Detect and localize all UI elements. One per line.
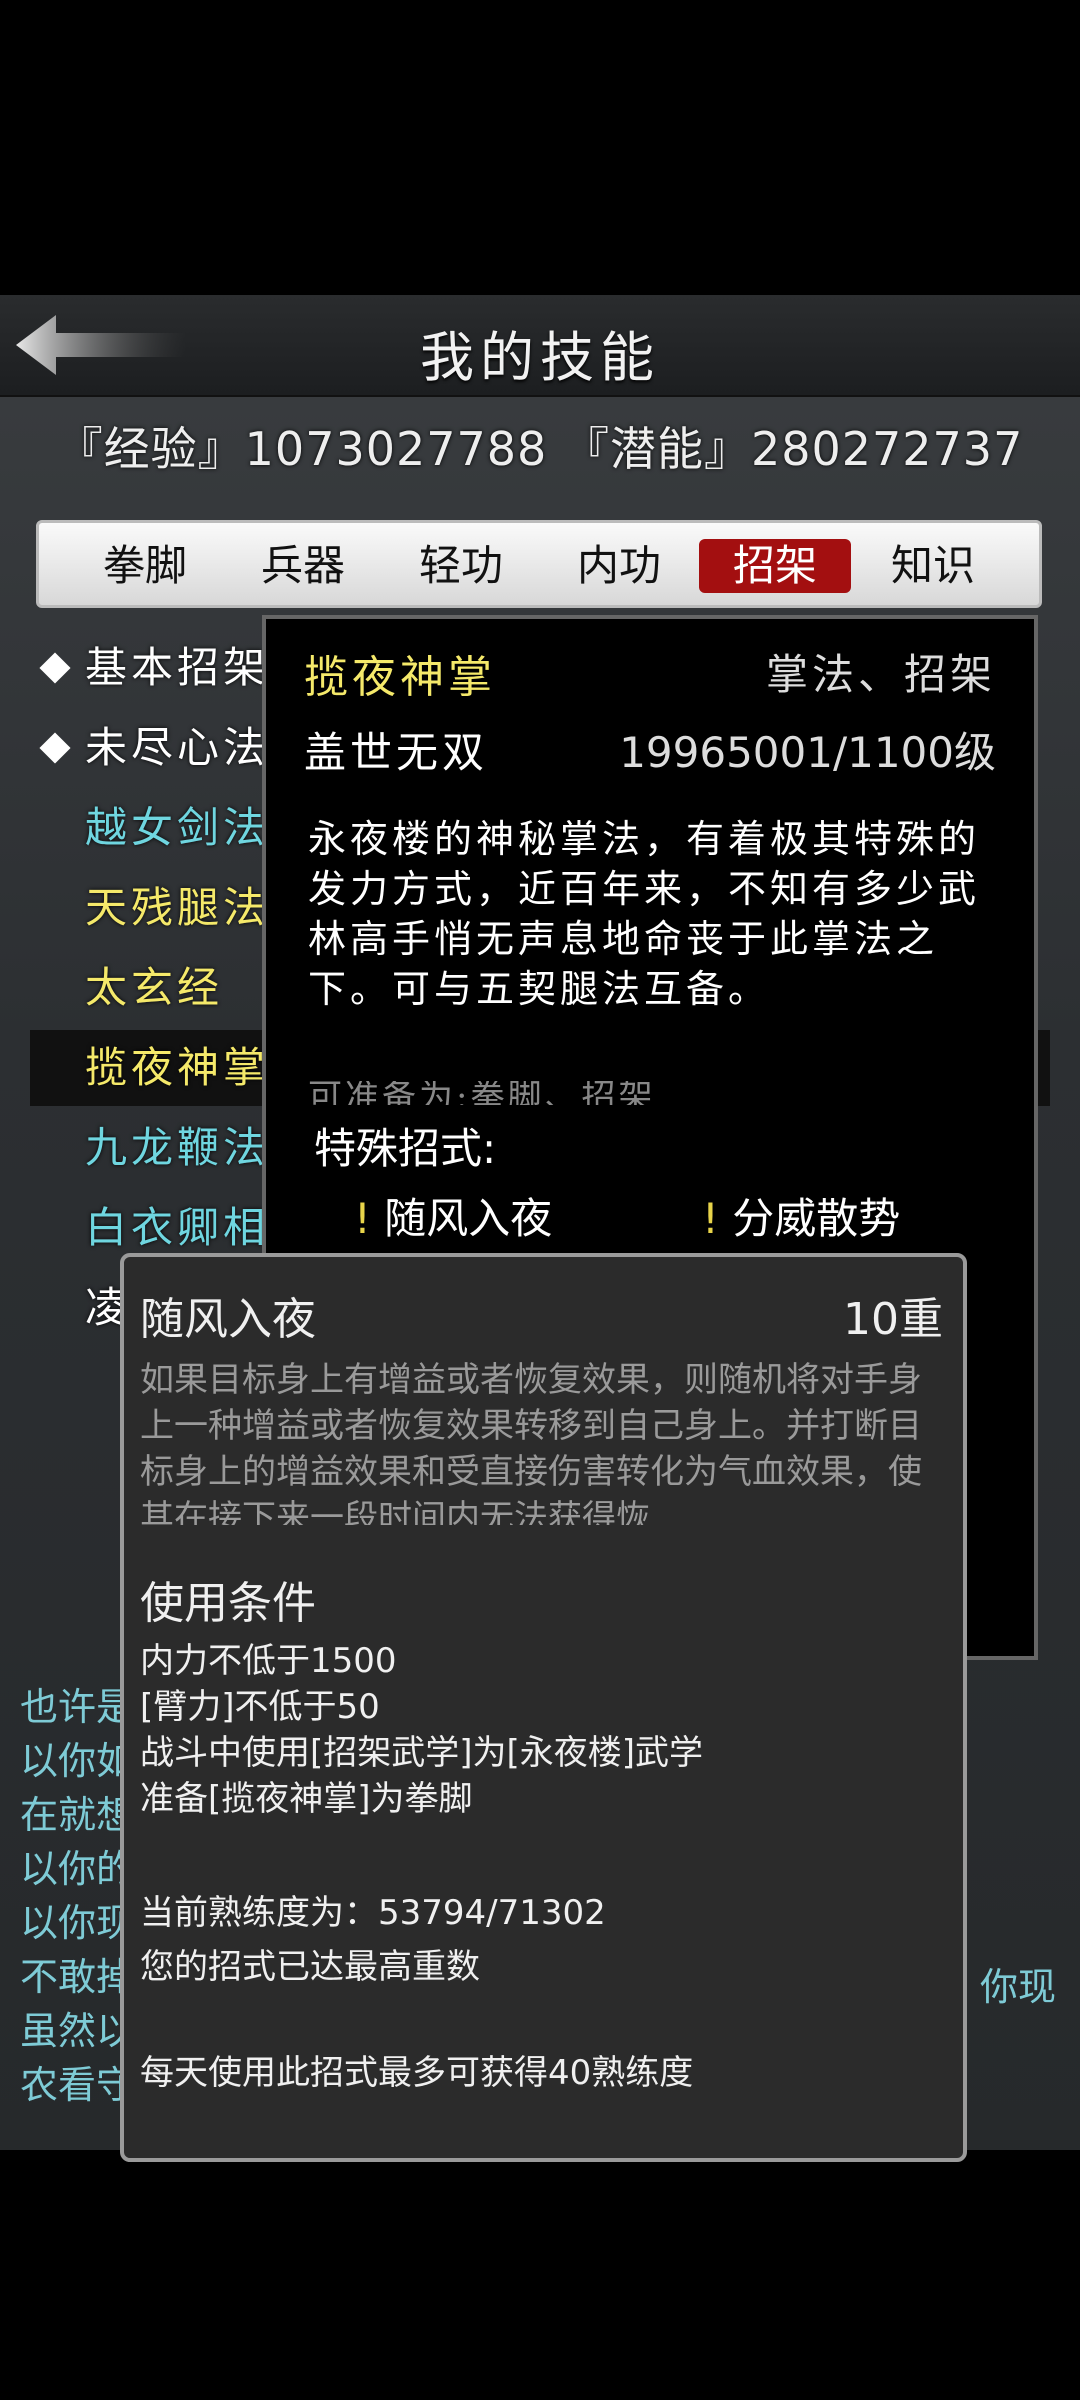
skill-prepare-line: 可准备为:拳脚、招架 <box>308 1081 656 1105</box>
skill-level: 19965001/1100级 <box>619 728 996 777</box>
tab-bingqi[interactable]: 兵器 <box>227 539 379 593</box>
proficiency-text: 当前熟练度为：53794/71302 <box>140 1893 606 1933</box>
move-tooltip: 随风入夜 10重 如果目标身上有增益或者恢复效果，则随机将对手身上一种增益或者恢… <box>120 1253 967 2162</box>
max-level-note: 您的招式已达最高重数 <box>140 1947 480 1987</box>
skill-list-label: 未尽心法 <box>85 723 270 772</box>
category-tabs: 拳脚 兵器 轻功 内功 招架 知识 <box>36 520 1042 608</box>
move-description: 如果目标身上有增益或者恢复效果，则随机将对手身上一种增益或者恢复效果转移到自己身… <box>140 1360 922 1525</box>
move-name: 随风入夜 <box>140 1294 316 1345</box>
skill-list-label: 天残腿法 <box>85 883 270 932</box>
tab-quanjiao[interactable]: 拳脚 <box>69 539 221 593</box>
skill-list-label: 太玄经 <box>85 963 224 1012</box>
special-moves-title: 特殊招式: <box>314 1124 497 1173</box>
condition-2: [臂力]不低于50 <box>140 1687 380 1727</box>
story-line-right: 你现 <box>980 1965 1057 2009</box>
tab-zhaojia[interactable]: 招架 <box>699 539 851 593</box>
diamond-icon <box>39 652 71 684</box>
condition-1: 内力不低于1500 <box>140 1641 397 1681</box>
diamond-icon <box>39 732 71 764</box>
tab-neigong[interactable]: 内功 <box>543 539 695 593</box>
skill-name: 揽夜神掌 <box>304 652 496 703</box>
move-level: 10重 <box>843 1294 943 1345</box>
move-item-2[interactable]: ! 分威散势 <box>702 1185 900 1246</box>
header-bar: 我的技能 <box>0 295 1080 397</box>
page-title: 我的技能 <box>420 326 660 389</box>
conditions-title: 使用条件 <box>140 1578 316 1629</box>
tab-qinggong[interactable]: 轻功 <box>385 539 537 593</box>
skill-list-label: 基本招架 <box>85 643 270 692</box>
condition-4: 准备[揽夜神掌]为拳脚 <box>140 1779 473 1819</box>
skill-list-label: 揽夜神掌 <box>85 1043 270 1092</box>
exp-potential-stats: 『经验』1073027788 『潜能』280272737 <box>56 422 1024 476</box>
skill-list-label: 九龙鞭法 <box>85 1123 270 1172</box>
skill-description: 永夜楼的神秘掌法，有着极其特殊的发力方式，近百年来，不知有多少武林高手悄无声息地… <box>308 817 981 1011</box>
daily-proficiency-note: 每天使用此招式最多可获得40熟练度 <box>140 2053 694 2093</box>
move-item-1[interactable]: ! 随风入夜 <box>354 1185 552 1246</box>
condition-3: 战斗中使用[招架武学]为[永夜楼]武学 <box>140 1733 704 1773</box>
skill-list-label: 越女剑法 <box>85 803 270 852</box>
tab-zhishi[interactable]: 知识 <box>857 539 1009 593</box>
skill-rank: 盖世无双 <box>304 728 489 777</box>
skill-type: 掌法、招架 <box>765 650 996 699</box>
